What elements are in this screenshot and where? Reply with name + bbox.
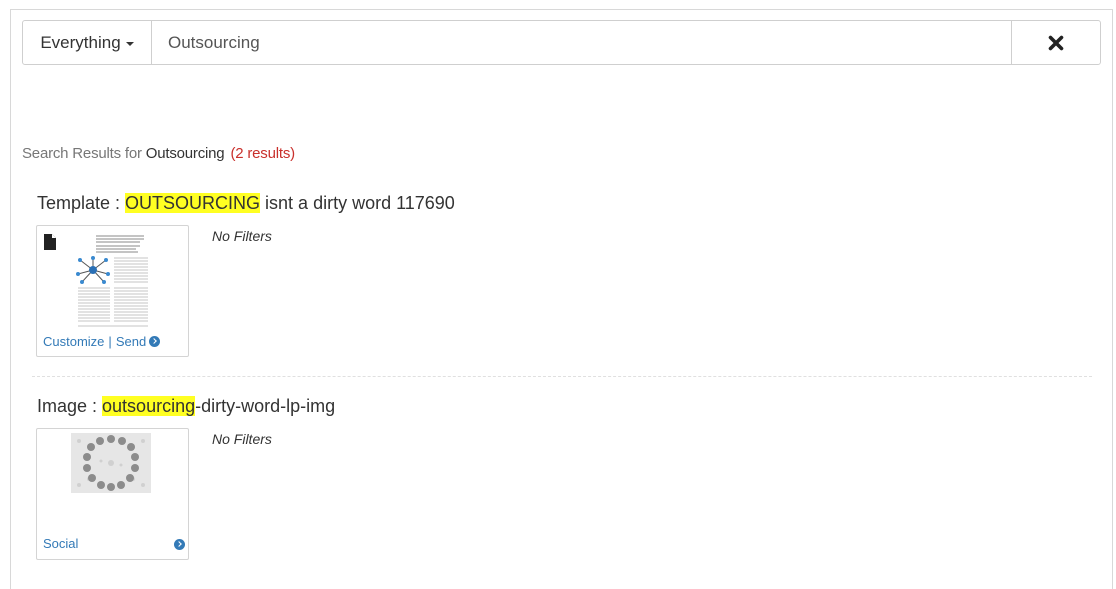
template-preview-image[interactable] <box>74 230 152 330</box>
close-icon <box>1048 35 1064 50</box>
chevron-circle-right-icon[interactable] <box>174 539 185 550</box>
summary-term: Outsourcing <box>145 145 225 162</box>
result-name: -dirty-word-lp-img <box>195 396 336 416</box>
scope-label: Everything <box>40 32 121 52</box>
result-type: Image : <box>37 396 103 416</box>
clear-search-button[interactable] <box>1011 21 1100 64</box>
scope-dropdown[interactable]: Everything <box>23 21 152 64</box>
chevron-circle-right-icon[interactable] <box>149 336 161 347</box>
action-separator: | <box>108 334 112 349</box>
send-link[interactable]: Send <box>116 334 146 349</box>
template-actions: Customize | Send <box>43 333 161 351</box>
result-title[interactable]: Template : OUTSOURCING isnt a dirty word… <box>37 193 455 214</box>
file-icon <box>44 234 56 250</box>
caret-down-icon <box>125 41 134 46</box>
result-highlight: OUTSOURCING <box>125 193 261 213</box>
image-thumbnail-card: Social <box>36 428 189 560</box>
result-name: isnt a dirty word 117690 <box>260 193 455 213</box>
social-link[interactable]: Social <box>43 536 78 551</box>
result-highlight: outsourcing <box>102 396 196 416</box>
results-count: (2 results) <box>230 145 295 162</box>
filters-label: No Filters <box>212 228 272 244</box>
customize-link[interactable]: Customize <box>43 334 104 349</box>
search-input[interactable] <box>152 21 1011 64</box>
result-divider <box>32 376 1092 377</box>
search-bar: Everything <box>22 20 1101 65</box>
summary-prefix: Search Results for <box>22 145 146 162</box>
result-type: Template : <box>37 193 126 213</box>
result-title[interactable]: Image : outsourcing-dirty-word-lp-img <box>37 396 335 417</box>
results-summary: Search Results for Outsourcing (2 results… <box>22 145 295 162</box>
filters-label: No Filters <box>212 431 272 447</box>
template-thumbnail-card: Customize | Send <box>36 225 189 357</box>
image-preview[interactable] <box>71 433 151 493</box>
